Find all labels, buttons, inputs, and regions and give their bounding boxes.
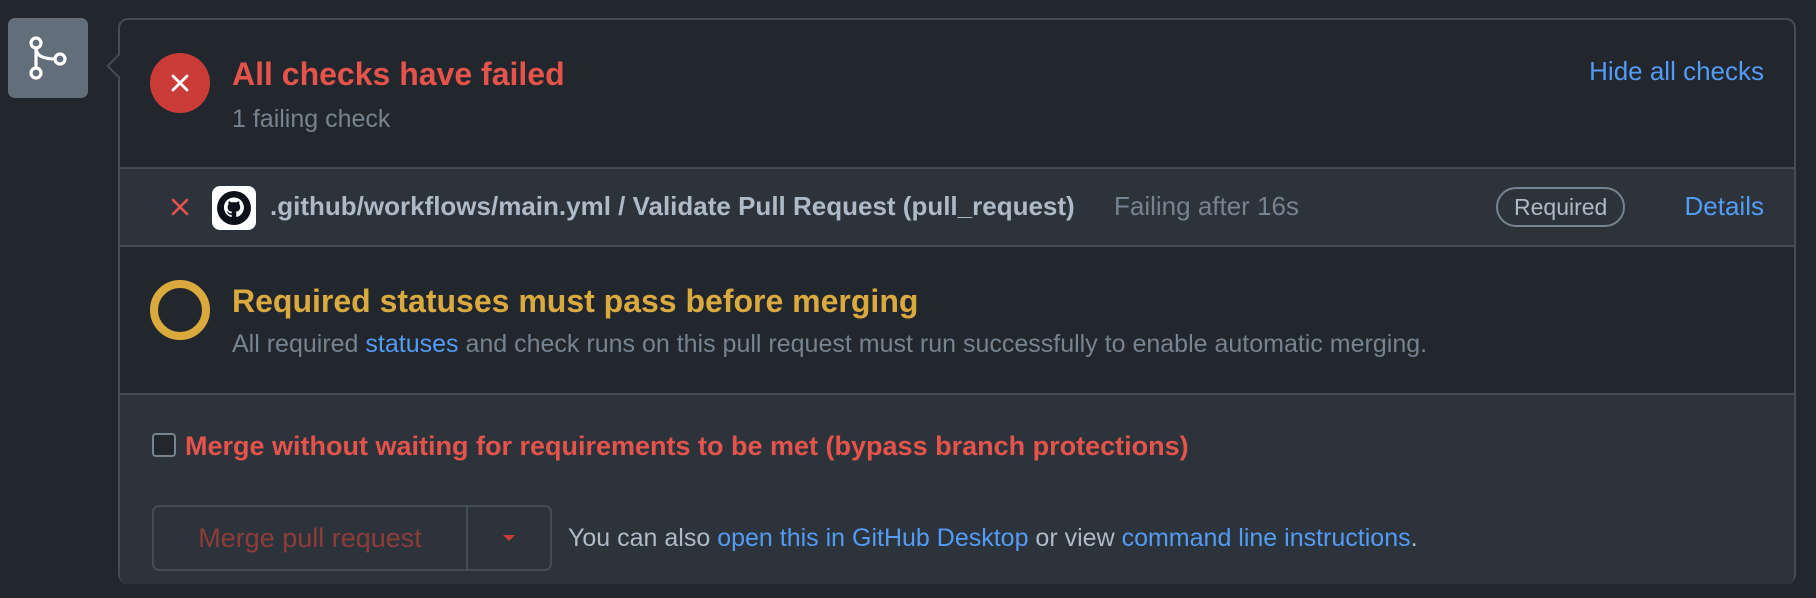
required-desc-before: All required [232, 330, 366, 358]
merge-section: Merge without waiting for requirements t… [120, 395, 1794, 584]
checks-title: All checks have failed [232, 56, 565, 92]
github-desktop-link[interactable]: open this in GitHub Desktop [717, 524, 1028, 552]
x-circle-icon [150, 53, 210, 113]
git-branch-icon-svg [29, 36, 67, 80]
alternative-options-text: You can also open this in GitHub Desktop… [568, 524, 1418, 553]
required-statuses-section: Required statuses must pass before mergi… [120, 247, 1794, 395]
also-suffix: . [1410, 524, 1418, 552]
x-icon [170, 197, 190, 222]
x-glyph-icon [171, 74, 189, 92]
required-statuses-title: Required statuses must pass before mergi… [232, 283, 919, 319]
bypass-label[interactable]: Merge without waiting for requirements t… [185, 431, 1189, 462]
pending-ring-icon [150, 280, 210, 340]
required-badge: Required [1496, 187, 1626, 227]
merge-method-dropdown-button[interactable] [466, 507, 550, 569]
checks-subtitle: 1 failing check [232, 105, 391, 133]
check-status-text: Failing after 16s [1114, 191, 1299, 221]
git-branch-icon [8, 18, 88, 98]
also-prefix: You can also [568, 524, 718, 552]
statuses-link[interactable]: statuses [365, 330, 458, 358]
check-row: .github/workflows/main.yml / Validate Pu… [120, 169, 1794, 247]
check-name: .github/workflows/main.yml / Validate Pu… [270, 191, 1075, 221]
merge-box: All checks have failed 1 failing check H… [106, 18, 1796, 584]
also-middle: or view [1028, 524, 1122, 552]
command-line-instructions-link[interactable]: command line instructions [1122, 524, 1411, 552]
hide-all-checks-link[interactable]: Hide all checks [1589, 56, 1764, 87]
merge-pull-request-button[interactable]: Merge pull request [154, 507, 466, 569]
required-statuses-description: All required statuses and check runs on … [232, 330, 1427, 359]
github-logo-icon [212, 186, 256, 230]
triangle-down-icon [503, 535, 515, 541]
merge-button-group: Merge pull request [152, 505, 552, 571]
checks-summary-header: All checks have failed 1 failing check H… [120, 20, 1794, 169]
required-desc-after: and check runs on this pull request must… [458, 330, 1428, 358]
bypass-checkbox[interactable] [152, 433, 176, 457]
details-link[interactable]: Details [1685, 191, 1764, 222]
